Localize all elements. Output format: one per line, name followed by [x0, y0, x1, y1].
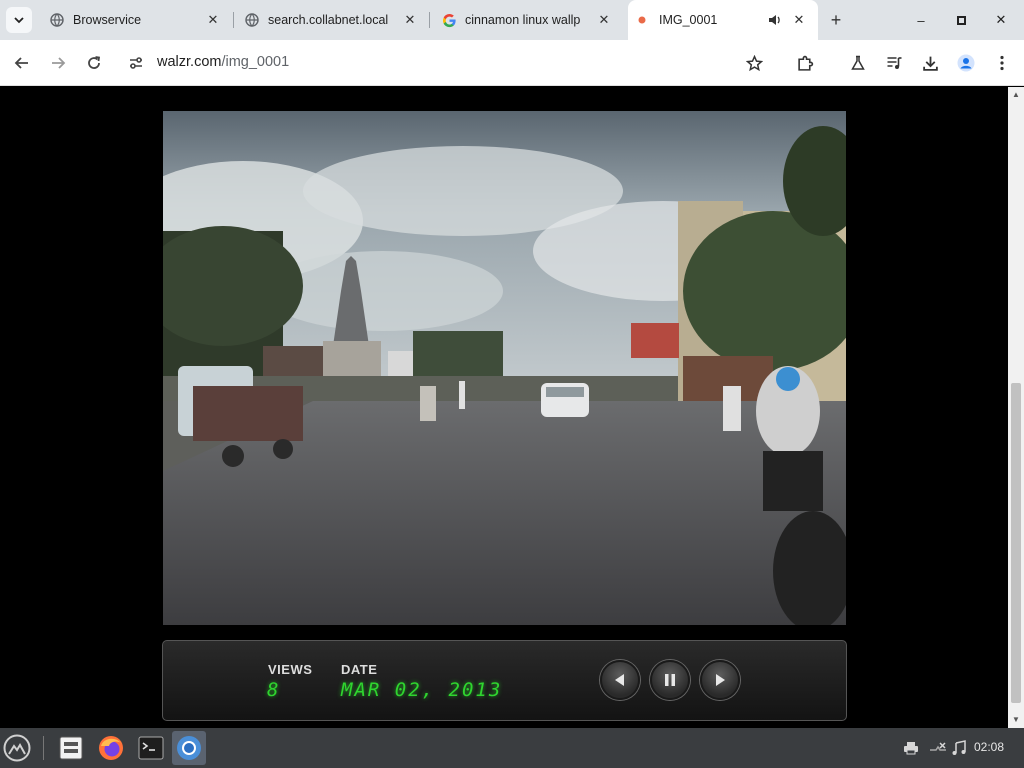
- close-tab-icon[interactable]: ✕: [402, 12, 418, 28]
- tab-search-collabnet[interactable]: search.collabnet.local ✕: [236, 0, 428, 40]
- scrollbar-thumb[interactable]: [1011, 383, 1021, 703]
- arrow-right-icon: [52, 57, 66, 69]
- previous-button[interactable]: [600, 660, 640, 700]
- downloads-button[interactable]: [918, 51, 942, 75]
- more-vert-icon: [1000, 55, 1004, 71]
- reload-icon: [88, 56, 101, 69]
- reload-button[interactable]: [82, 51, 106, 75]
- views-label: VIEWS: [268, 662, 313, 677]
- start-menu-button[interactable]: [0, 731, 34, 765]
- files-icon: [59, 736, 83, 760]
- arrow-left-icon: [14, 57, 28, 69]
- chromium-app-button[interactable]: [172, 731, 206, 765]
- back-button[interactable]: [10, 51, 34, 75]
- site-info-button[interactable]: [124, 51, 148, 75]
- address-bar[interactable]: walzr.com/img_0001: [157, 54, 289, 70]
- network-disconnected-icon[interactable]: [929, 740, 947, 756]
- url-path: /img_0001: [221, 54, 290, 70]
- media-controls-button[interactable]: [882, 51, 906, 75]
- avatar-icon: [957, 54, 975, 72]
- close-tab-icon[interactable]: ✕: [791, 12, 807, 28]
- forward-button[interactable]: [46, 51, 70, 75]
- music-note-icon[interactable]: [950, 740, 968, 756]
- pause-icon: [665, 674, 675, 686]
- maximize-icon: [956, 15, 966, 25]
- date-label: DATE: [341, 662, 378, 677]
- terminal-icon: [138, 736, 164, 760]
- labs-button[interactable]: [846, 51, 870, 75]
- tab-browservice[interactable]: Browservice ✕: [40, 0, 232, 40]
- new-tab-button[interactable]: +: [825, 9, 847, 31]
- download-icon: [922, 56, 938, 71]
- firefox-icon: [99, 736, 123, 760]
- tab-search-button[interactable]: [6, 7, 32, 33]
- triangle-right-icon: [716, 674, 725, 686]
- speaker-icon[interactable]: [767, 12, 783, 28]
- viewer-control-panel: VIEWS 8 DATE MAR 02, 2013: [162, 640, 847, 721]
- views-value: 8: [267, 679, 281, 701]
- firefox-app-button[interactable]: [94, 731, 128, 765]
- flask-icon: [851, 55, 865, 70]
- tab-separator: [429, 12, 430, 28]
- extensions-button[interactable]: [793, 51, 817, 75]
- tab-img-0001[interactable]: IMG_0001 ✕: [628, 0, 818, 40]
- terminal-app-button[interactable]: [134, 731, 168, 765]
- files-app-button[interactable]: [54, 731, 88, 765]
- taskbar-separator: [43, 736, 44, 760]
- plus-icon: +: [830, 9, 842, 30]
- puzzle-icon: [797, 55, 813, 71]
- google-icon: [441, 12, 457, 28]
- chromium-icon: [177, 736, 201, 760]
- tab-title: IMG_0001: [659, 13, 718, 27]
- tab-cinnamon-search[interactable]: cinnamon linux wallp ✕: [432, 0, 624, 40]
- triangle-left-icon: [615, 674, 624, 686]
- pause-button[interactable]: [650, 660, 690, 700]
- scroll-up-icon[interactable]: ▲: [1012, 90, 1020, 99]
- photo-image: [163, 111, 846, 625]
- scroll-down-icon[interactable]: ▼: [1012, 715, 1020, 724]
- minimize-button[interactable]: –: [911, 10, 931, 30]
- tab-title: Browservice: [73, 13, 142, 27]
- menu-icon: [3, 734, 31, 762]
- printer-icon[interactable]: [902, 740, 920, 756]
- tune-icon: [130, 57, 142, 69]
- recording-dot-icon: [638, 12, 646, 28]
- bookmark-button[interactable]: [742, 51, 766, 75]
- close-icon: ✕: [995, 12, 1007, 27]
- url-domain: walzr.com: [157, 54, 222, 70]
- menu-button[interactable]: [990, 51, 1014, 75]
- next-button[interactable]: [700, 660, 740, 700]
- minimize-icon: –: [917, 12, 925, 28]
- tab-title: cinnamon linux wallp: [465, 13, 581, 27]
- close-window-button[interactable]: ✕: [991, 10, 1011, 30]
- tab-separator: [233, 12, 234, 28]
- globe-icon: [244, 12, 260, 28]
- taskbar: 02:08: [0, 728, 1024, 768]
- globe-icon: [49, 12, 65, 28]
- chevron-down-icon: [14, 17, 24, 24]
- page-content: VIEWS 8 DATE MAR 02, 2013: [0, 87, 1008, 728]
- clock[interactable]: 02:08: [974, 740, 1004, 754]
- tab-title: search.collabnet.local: [268, 13, 389, 27]
- close-tab-icon[interactable]: ✕: [205, 12, 221, 28]
- date-value: MAR 02, 2013: [341, 679, 503, 701]
- queue-music-icon: [887, 57, 901, 69]
- page-scrollbar[interactable]: ▲ ▼: [1008, 87, 1024, 728]
- browser-toolbar: walzr.com/img_0001: [0, 40, 1024, 86]
- tab-strip: Browservice ✕ search.collabnet.local ✕ c…: [0, 0, 1024, 40]
- maximize-button[interactable]: [951, 10, 971, 30]
- profile-button[interactable]: [954, 51, 978, 75]
- star-icon: [745, 54, 763, 71]
- close-tab-icon[interactable]: ✕: [596, 12, 612, 28]
